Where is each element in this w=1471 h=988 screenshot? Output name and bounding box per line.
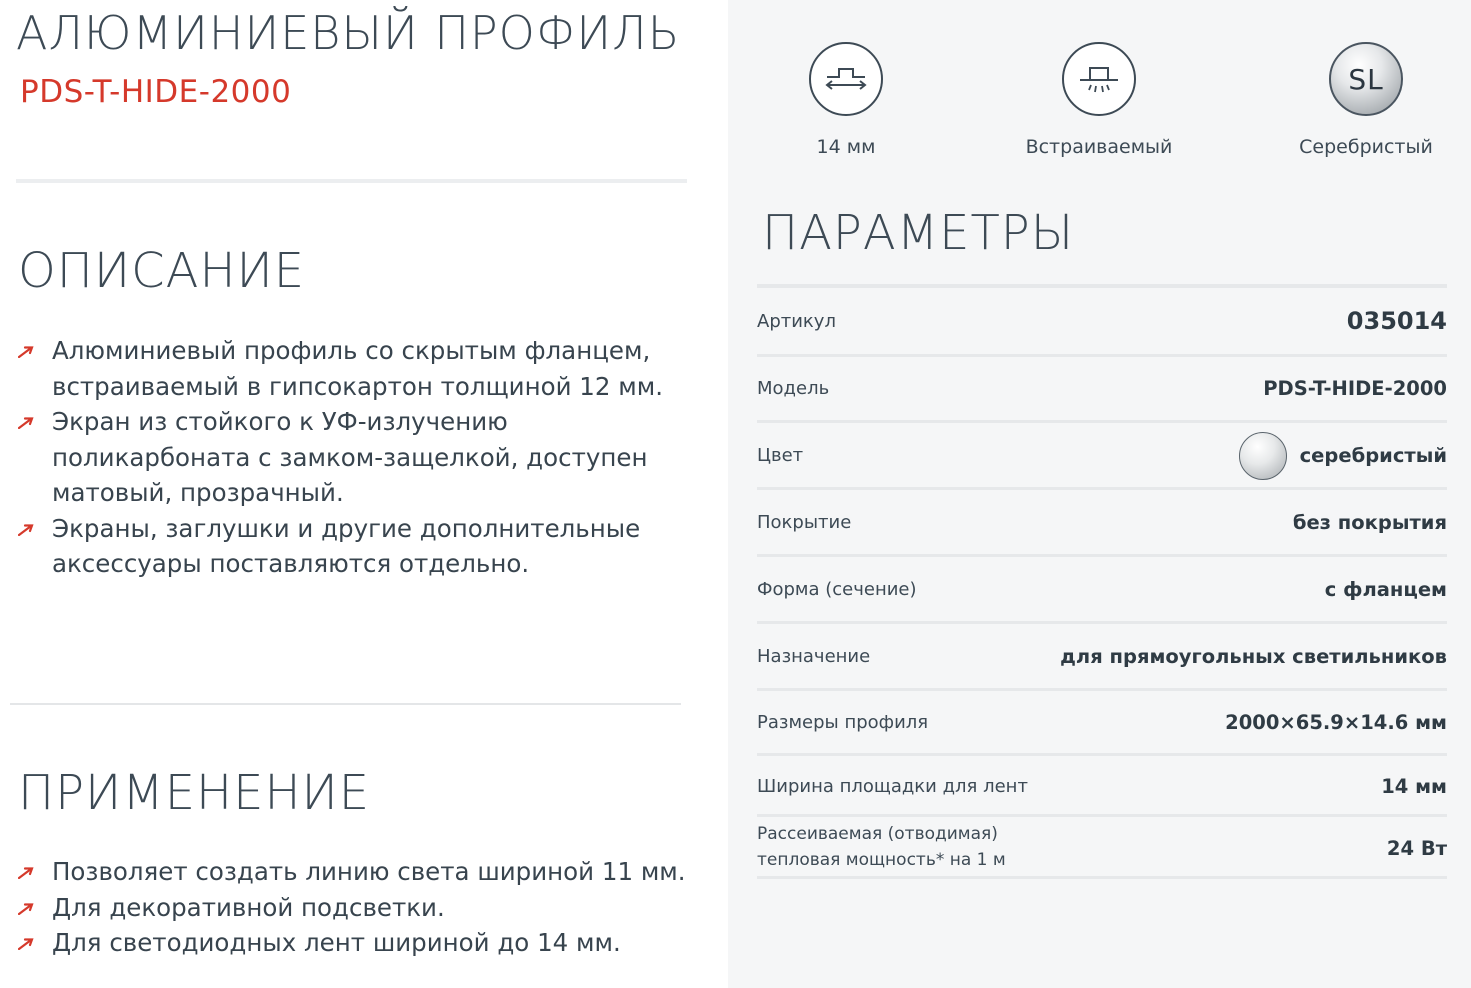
color-swatch [1239, 432, 1287, 480]
feature-width: 14 мм [761, 42, 931, 158]
param-label: Назначение [757, 646, 871, 667]
list-item: Экран из стойкого к УФ-излучению поликар… [18, 404, 708, 511]
arrow-icon [18, 523, 34, 536]
param-value: 035014 [1346, 307, 1447, 335]
list-item: Экраны, заглушки и другие дополнительные… [18, 511, 708, 582]
feature-recessed: Встраиваемый [1014, 42, 1184, 158]
param-label: Покрытие [757, 512, 852, 533]
param-value: 14 мм [1381, 775, 1447, 798]
feature-label: Встраиваемый [1025, 136, 1173, 158]
recessed-icon [1062, 42, 1136, 116]
divider [757, 284, 1447, 288]
width-icon [809, 42, 883, 116]
description-list: Алюминиевый профиль со скрытым фланцем, … [18, 333, 708, 582]
feature-label: 14 мм [816, 136, 876, 158]
arrow-icon [18, 867, 34, 879]
description-heading: ОПИСАНИЕ [18, 243, 306, 299]
param-label: Ширина площадки для лент [757, 776, 1028, 797]
list-item: Алюминиевый профиль со скрытым фланцем, … [18, 333, 708, 404]
arrow-icon [18, 346, 34, 358]
feature-label: Серебристый [1299, 136, 1433, 158]
feature-color: SL Серебристый [1281, 42, 1451, 158]
param-label: Форма (сечение) [757, 579, 917, 600]
arrow-icon [18, 902, 34, 915]
page-title: АЛЮМИНИЕВЫЙ ПРОФИЛЬ [16, 6, 681, 60]
divider [10, 703, 681, 705]
param-value: без покрытия [1292, 511, 1447, 534]
divider [16, 179, 687, 183]
application-heading: ПРИМЕНЕНИЕ [18, 765, 371, 821]
parameters-heading: ПАРАМЕТРЫ [762, 205, 1075, 261]
param-value: серебристый [1299, 444, 1447, 467]
model-subtitle: PDS-T-HIDE-2000 [20, 74, 292, 110]
arrow-icon [18, 417, 34, 429]
param-value: для прямоугольных светильников [1060, 645, 1447, 668]
param-label: Модель [757, 378, 830, 399]
param-value: с фланцем [1324, 578, 1447, 601]
param-label: Размеры профиля [757, 712, 929, 733]
param-label: Артикул [757, 311, 836, 332]
param-value: 2000×65.9×14.6 мм [1225, 711, 1447, 734]
arrow-icon [18, 938, 34, 950]
silver-color-icon: SL [1329, 42, 1403, 116]
list-item: Позволяет создать линию света шириной 11… [18, 854, 708, 890]
param-value: PDS-T-HIDE-2000 [1263, 377, 1447, 400]
param-label: Рассеиваемая (отводимая) [757, 824, 998, 844]
param-label: Цвет [757, 445, 804, 466]
param-label: тепловая мощность* на 1 м [757, 850, 1006, 870]
application-list: Позволяет создать линию света шириной 11… [18, 854, 708, 961]
list-item: Для декоративной подсветки. [18, 890, 708, 926]
param-value: 24 Вт [1386, 837, 1447, 860]
list-item: Для светодиодных лент шириной до 14 мм. [18, 925, 708, 961]
